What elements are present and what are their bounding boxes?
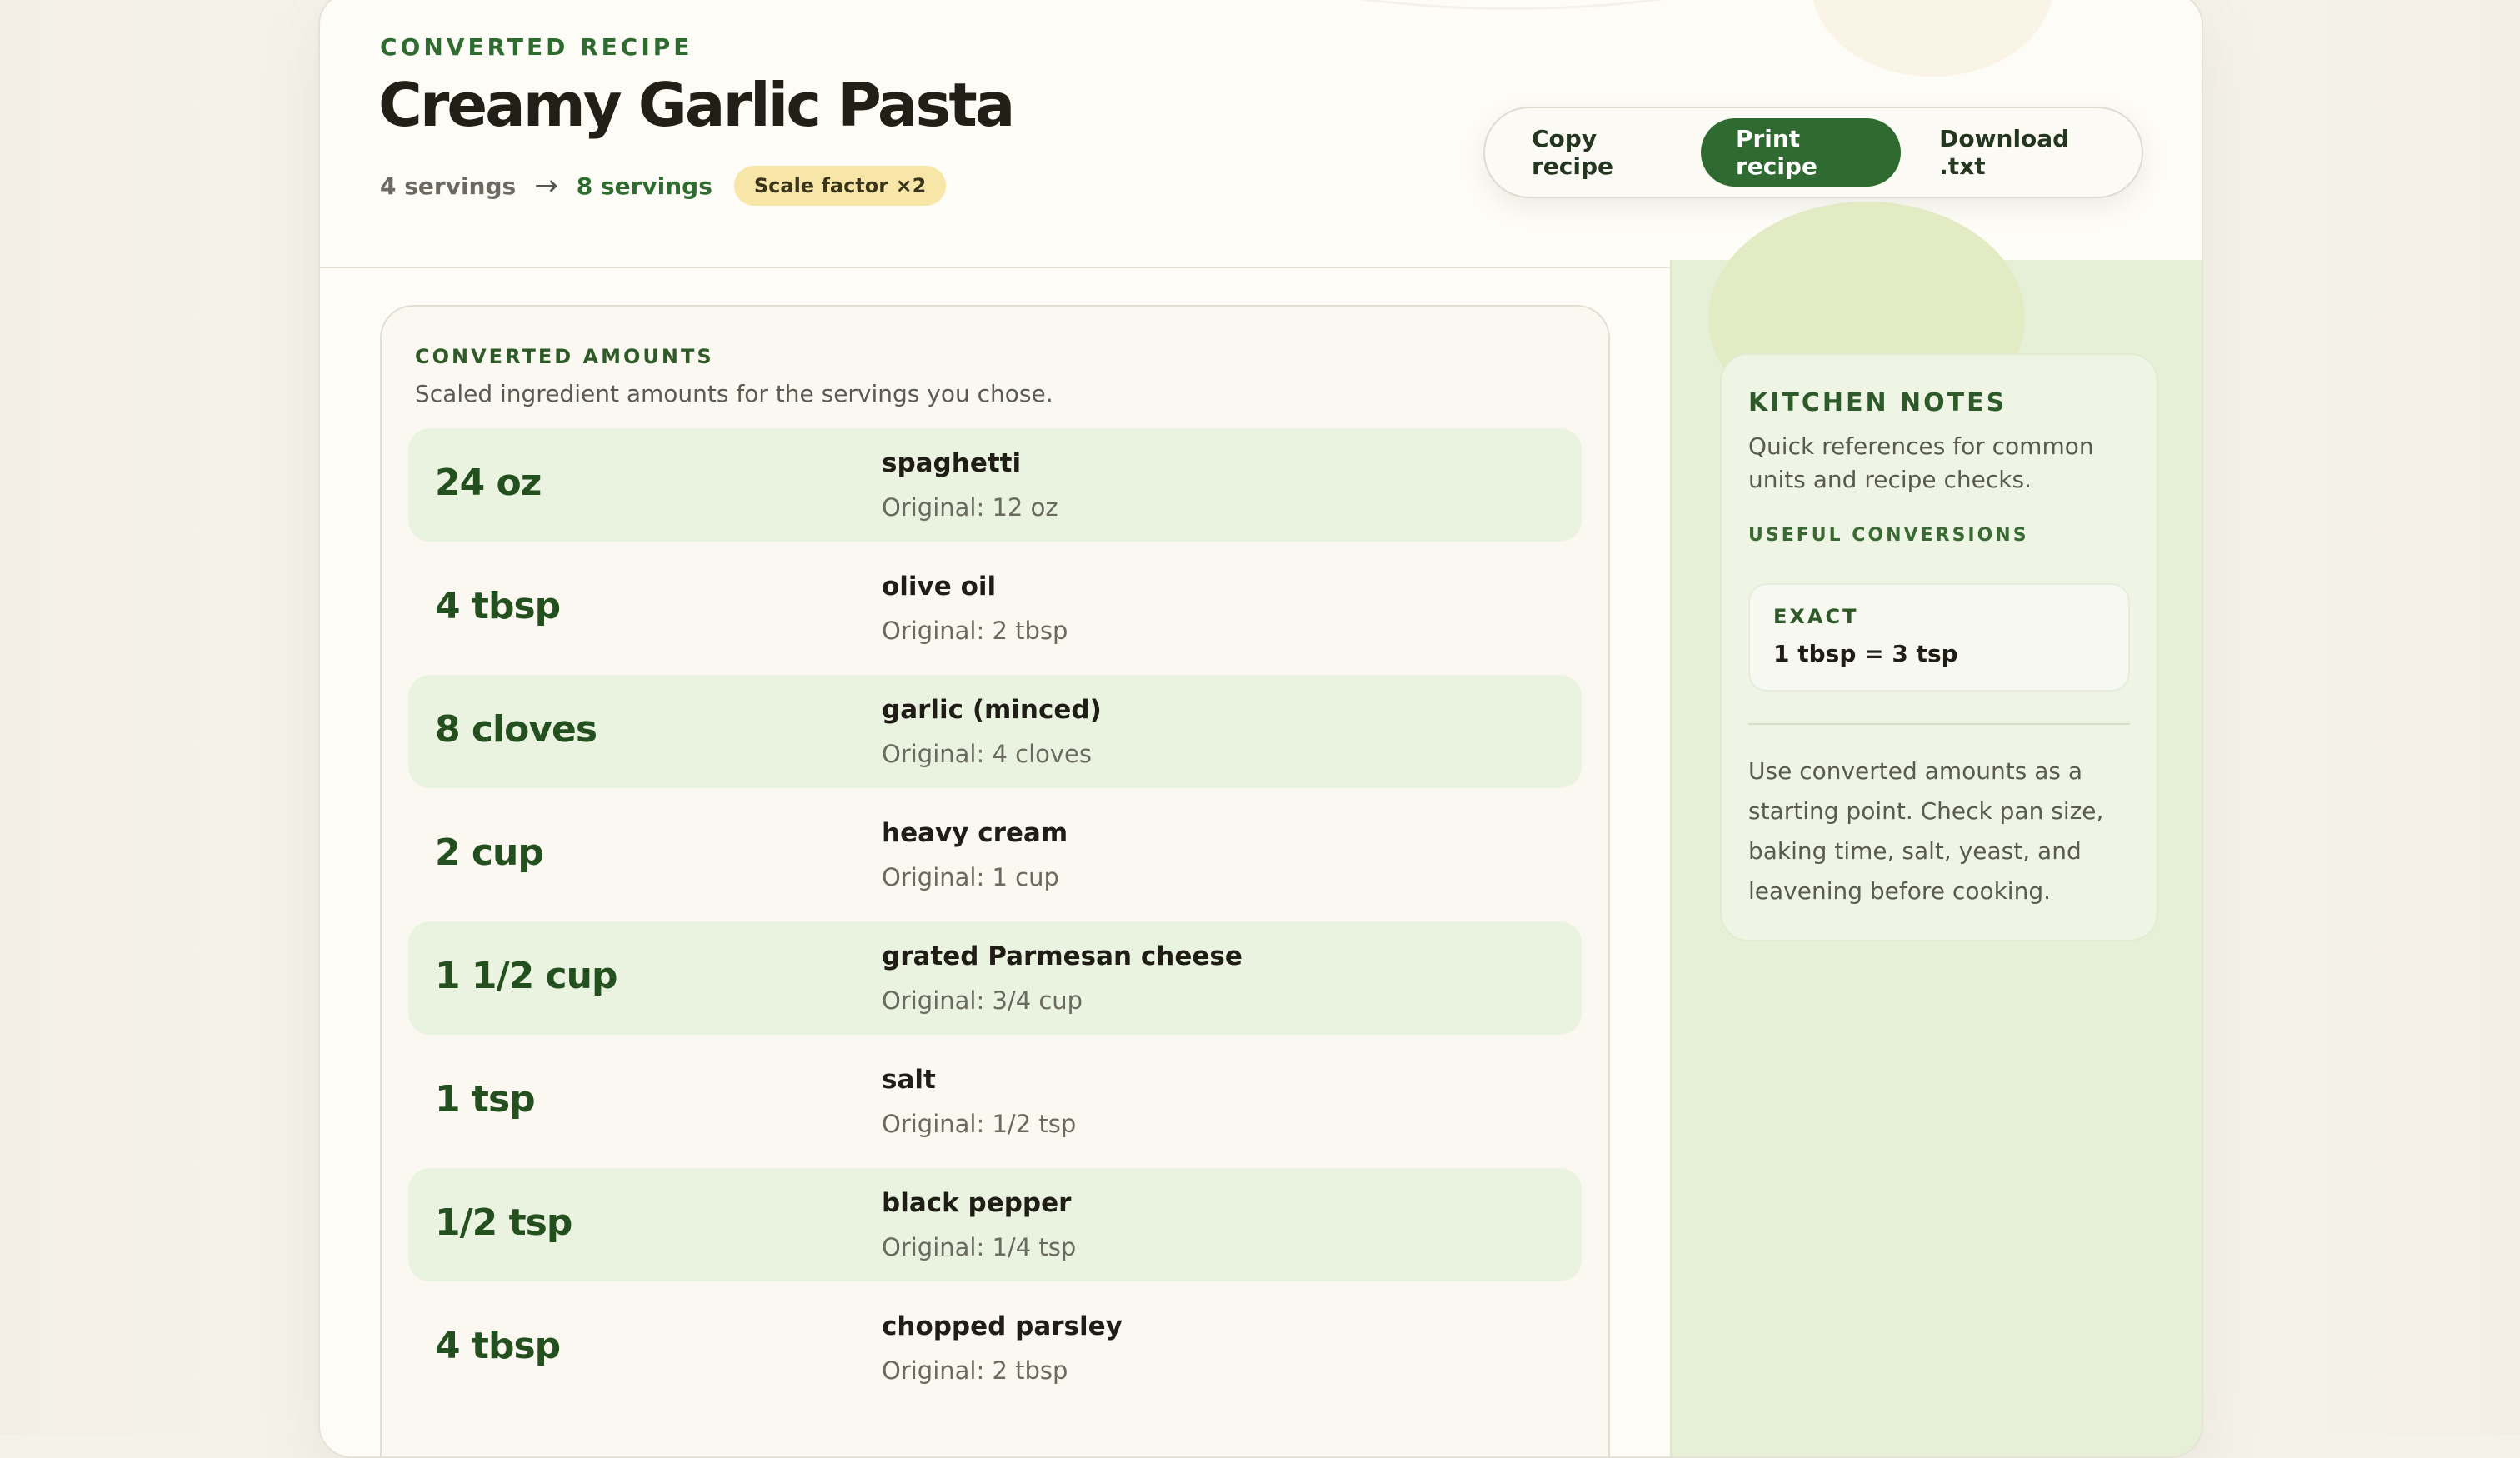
servings-summary: 4 servings → 8 servings Scale factor ×2 xyxy=(380,165,947,207)
servings-original: 4 servings xyxy=(380,172,517,200)
converted-amount: 1 1/2 cup xyxy=(435,955,618,997)
kitchen-notes-card: KITCHEN NOTES Quick references for commo… xyxy=(1720,353,2158,941)
ingredient-name: heavy cream xyxy=(882,818,1068,848)
ingredient-name: salt xyxy=(882,1065,936,1095)
original-amount: Original: 1 cup xyxy=(882,863,1059,891)
ingredient-row: 1/2 tsp black pepper Original: 1/4 tsp xyxy=(408,1168,1582,1281)
conversion-card: EXACT 1 tbsp = 3 tsp xyxy=(1748,583,2130,692)
converted-amount: 24 oz xyxy=(435,462,542,504)
ingredient-row: 4 tbsp olive oil Original: 2 tbsp xyxy=(408,552,1582,665)
original-amount: Original: 4 cloves xyxy=(882,740,1092,768)
converted-amount: 2 cup xyxy=(435,831,544,874)
original-amount: Original: 3/4 cup xyxy=(882,986,1083,1015)
ingredient-row: 4 tbsp chopped parsley Original: 2 tbsp xyxy=(408,1291,1582,1405)
ingredient-name: chopped parsley xyxy=(882,1311,1122,1341)
ingredient-row: 1 1/2 cup grated Parmesan cheese Origina… xyxy=(408,921,1582,1035)
converted-amounts-panel: CONVERTED AMOUNTS Scaled ingredient amou… xyxy=(380,305,1610,1456)
notes-subtitle: Quick references for common units and re… xyxy=(1748,432,2094,493)
page-title: Creamy Garlic Pasta xyxy=(378,70,1015,140)
ingredient-name: olive oil xyxy=(882,572,997,602)
converted-amount: 1/2 tsp xyxy=(435,1201,572,1244)
original-amount: Original: 2 tbsp xyxy=(882,1356,1068,1385)
recipe-card: CONVERTED RECIPE Creamy Garlic Pasta 4 s… xyxy=(318,0,2203,1458)
ingredient-name: garlic (minced) xyxy=(882,695,1102,725)
scale-factor-badge: Scale factor ×2 xyxy=(733,166,947,206)
ingredient-name: grated Parmesan cheese xyxy=(882,941,1242,971)
ingredient-row: 8 cloves garlic (minced) Original: 4 clo… xyxy=(408,675,1582,788)
original-amount: Original: 2 tbsp xyxy=(882,617,1068,645)
servings-target: 8 servings xyxy=(576,172,712,200)
arrow-right-icon: → xyxy=(534,169,558,202)
panel-eyebrow: CONVERTED AMOUNTS xyxy=(415,345,714,368)
converted-amount: 4 tbsp xyxy=(435,1325,561,1367)
ingredient-row: 2 cup heavy cream Original: 1 cup xyxy=(408,798,1582,911)
converted-amount: 1 tsp xyxy=(435,1078,536,1121)
print-recipe-button[interactable]: Print recipe xyxy=(1700,118,1902,187)
header-eyebrow: CONVERTED RECIPE xyxy=(380,33,693,61)
ingredient-list: 24 oz spaghetti Original: 12 oz 4 tbsp o… xyxy=(408,428,1582,1415)
divider xyxy=(1748,723,2130,725)
useful-conversions-label: USEFUL CONVERSIONS xyxy=(1748,525,2029,546)
notes-title: KITCHEN NOTES xyxy=(1748,388,2008,417)
original-amount: Original: 12 oz xyxy=(882,493,1058,522)
converted-amount: 8 cloves xyxy=(435,708,598,751)
ingredient-row: 1 tsp salt Original: 1/2 tsp xyxy=(408,1045,1582,1158)
ingredient-row: 24 oz spaghetti Original: 12 oz xyxy=(408,428,1582,542)
converted-amount: 4 tbsp xyxy=(435,585,561,627)
original-amount: Original: 1/2 tsp xyxy=(882,1110,1077,1138)
conversion-value: 1 tbsp = 3 tsp xyxy=(1773,640,1958,667)
ingredient-name: spaghetti xyxy=(882,448,1022,478)
panel-subtitle: Scaled ingredient amounts for the servin… xyxy=(415,380,1053,407)
copy-recipe-button[interactable]: Copy recipe xyxy=(1497,118,1698,187)
download-txt-button[interactable]: Download .txt xyxy=(1904,118,2130,187)
notes-body: Use converted amounts as a starting poin… xyxy=(1748,757,2104,905)
recipe-actions: Copy recipe Print recipe Download .txt xyxy=(1483,107,2143,198)
ingredient-name: black pepper xyxy=(882,1188,1072,1218)
original-amount: Original: 1/4 tsp xyxy=(882,1233,1077,1261)
conversion-type: EXACT xyxy=(1773,605,1859,628)
